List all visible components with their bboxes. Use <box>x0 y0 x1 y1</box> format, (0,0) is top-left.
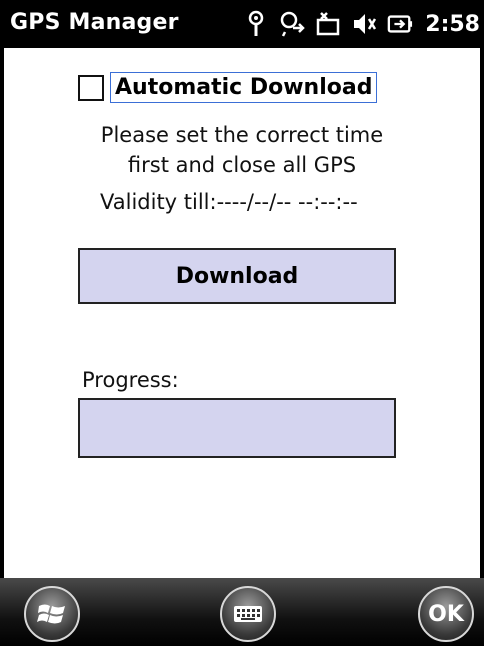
speaker-icon[interactable] <box>351 9 377 39</box>
battery-icon[interactable] <box>387 9 413 39</box>
main-panel: Automatic Download Please set the correc… <box>4 48 480 578</box>
info-text-line1: Please set the correct time <box>100 123 384 147</box>
automatic-download-option[interactable]: Automatic Download <box>78 72 378 103</box>
ok-button[interactable]: OK <box>418 586 474 642</box>
app-title: GPS Manager <box>10 10 179 35</box>
validity-text: Validity till:----/--/-- --:--:-- <box>100 190 358 214</box>
windows-logo-icon <box>37 604 65 624</box>
softkey-bar: OK <box>0 578 484 646</box>
title-bar: GPS Manager 2:58 <box>0 0 484 48</box>
keyboard-button[interactable] <box>220 586 276 642</box>
antenna-icon[interactable] <box>243 9 269 39</box>
connectivity-icon[interactable] <box>279 9 306 39</box>
start-button[interactable] <box>24 586 80 642</box>
automatic-download-label[interactable]: Automatic Download <box>110 72 378 103</box>
download-button[interactable]: Download <box>78 248 396 304</box>
messaging-icon[interactable] <box>315 9 341 39</box>
keyboard-icon <box>234 606 262 622</box>
progress-bar <box>78 398 396 458</box>
clock[interactable]: 2:58 <box>425 12 480 37</box>
automatic-download-checkbox[interactable] <box>78 74 104 101</box>
progress-label: Progress: <box>82 368 179 392</box>
status-icons: 2:58 <box>243 8 480 40</box>
info-text-line2: first and close all GPS <box>127 153 357 177</box>
